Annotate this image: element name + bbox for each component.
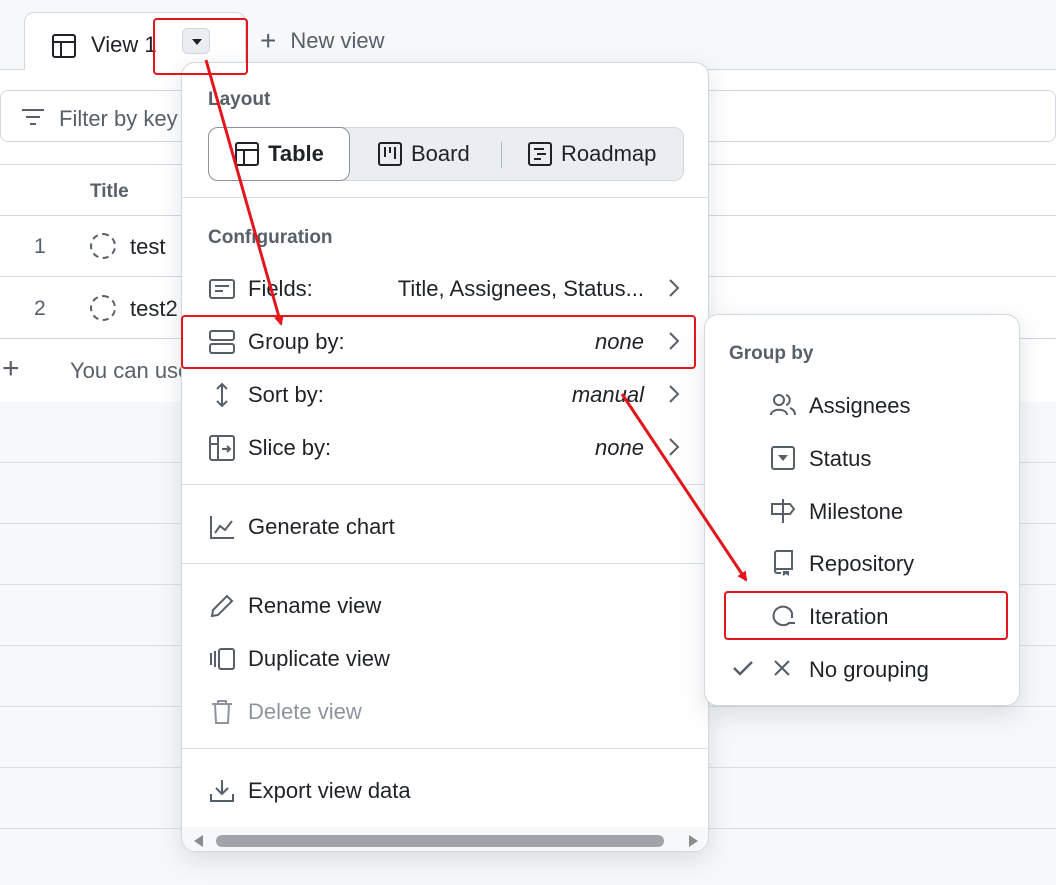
duplicate-view-menu-item[interactable]: Duplicate view <box>182 633 708 685</box>
sort-arrows-icon <box>216 382 228 408</box>
fields-icon <box>209 279 235 299</box>
milestone-icon <box>771 499 796 523</box>
new-view-button[interactable]: + New view <box>260 25 385 56</box>
horizontal-scrollbar[interactable] <box>182 827 708 851</box>
plus-icon: + <box>260 25 277 56</box>
layout-table-button[interactable]: Table <box>208 127 350 181</box>
slice-by-label: Slice by: <box>248 435 332 460</box>
status-label: Status <box>809 446 872 471</box>
layout-board-button[interactable]: Board <box>377 128 470 180</box>
sort-by-label: Sort by: <box>248 382 324 407</box>
draft-issue-icon <box>90 233 116 259</box>
menu-divider <box>182 484 708 485</box>
board-icon <box>378 142 402 166</box>
annotation-highlight-dropdown <box>153 18 248 75</box>
group-by-no-grouping-item[interactable]: No grouping <box>705 643 1021 695</box>
rename-view-menu-item[interactable]: Rename view <box>182 580 708 632</box>
repository-label: Repository <box>809 551 915 576</box>
generate-chart-label: Generate chart <box>248 514 395 539</box>
chevron-right-icon <box>669 385 680 403</box>
duplicate-icon <box>210 648 235 670</box>
fields-label: Fields: <box>248 276 313 301</box>
filter-placeholder: Filter by key <box>59 106 178 131</box>
group-by-repository-item[interactable]: Repository <box>705 537 1021 589</box>
chevron-right-icon <box>669 438 680 456</box>
scrollbar-thumb[interactable] <box>216 835 664 847</box>
scroll-left-icon[interactable] <box>194 835 203 847</box>
assignees-label: Assignees <box>809 393 911 418</box>
row-number: 2 <box>34 297 46 320</box>
sort-by-value: manual <box>571 382 644 407</box>
delete-view-menu-item[interactable]: Delete view <box>182 686 708 738</box>
slice-by-menu-item[interactable]: Slice by: none <box>182 422 708 474</box>
download-icon <box>210 780 234 802</box>
segment-divider <box>501 142 502 168</box>
generate-chart-menu-item[interactable]: Generate chart <box>182 501 708 553</box>
slice-icon <box>209 435 235 461</box>
filter-icon <box>22 109 44 125</box>
layout-roadmap-button[interactable]: Roadmap <box>527 128 656 180</box>
layout-board-label: Board <box>411 141 470 166</box>
fields-value: Title, Assignees, Status... <box>397 276 644 301</box>
layout-roadmap-label: Roadmap <box>561 141 657 166</box>
layout-segmented-control: Table Board Roadmap <box>208 127 684 181</box>
trash-icon <box>212 700 232 724</box>
table-icon <box>52 34 76 58</box>
group-by-submenu-title: Group by <box>729 343 814 364</box>
export-view-menu-item[interactable]: Export view data <box>182 765 708 817</box>
duplicate-view-label: Duplicate view <box>248 646 390 671</box>
rename-view-label: Rename view <box>248 593 382 618</box>
new-view-label: New view <box>290 28 385 53</box>
delete-view-label: Delete view <box>248 699 362 724</box>
sort-by-menu-item[interactable]: Sort by: manual <box>182 369 708 421</box>
layout-section-title: Layout <box>208 89 271 110</box>
check-icon <box>733 661 753 676</box>
annotation-highlight-group-by <box>181 315 696 369</box>
row-title[interactable]: test2 <box>130 296 178 322</box>
menu-divider <box>182 563 708 564</box>
title-column-header[interactable]: Title <box>90 181 129 203</box>
annotation-highlight-iteration <box>724 591 1008 640</box>
group-by-milestone-item[interactable]: Milestone <box>705 485 1021 537</box>
slice-by-value: none <box>595 435 644 460</box>
draft-issue-icon <box>90 295 116 321</box>
tab-label: View 1 <box>91 32 157 57</box>
menu-divider <box>182 748 708 749</box>
roadmap-icon <box>528 142 552 166</box>
graph-icon <box>210 516 234 539</box>
repo-icon <box>773 550 793 576</box>
plus-icon: + <box>2 352 20 385</box>
pencil-icon <box>210 594 234 618</box>
layout-table-label: Table <box>268 141 324 166</box>
view-options-menu: Layout Table Board Roadmap Configuration… <box>181 62 709 852</box>
scroll-right-icon[interactable] <box>689 835 698 847</box>
row-title[interactable]: test <box>130 234 165 260</box>
configuration-section-title: Configuration <box>208 227 333 248</box>
export-view-label: Export view data <box>248 778 411 803</box>
no-grouping-label: No grouping <box>809 657 929 682</box>
add-item-hint: You can use <box>70 358 191 383</box>
milestone-label: Milestone <box>809 499 904 524</box>
row-number: 1 <box>34 235 46 258</box>
group-by-status-item[interactable]: Status <box>705 432 1021 484</box>
group-by-submenu: Group by Assignees Status Milestone Repo… <box>704 314 1020 706</box>
single-select-icon <box>771 446 795 470</box>
chevron-right-icon <box>669 279 680 297</box>
people-icon <box>770 394 796 416</box>
group-by-assignees-item[interactable]: Assignees <box>705 379 1021 431</box>
table-icon <box>235 142 260 166</box>
fields-menu-item[interactable]: Fields: Title, Assignees, Status... <box>182 263 708 315</box>
menu-divider <box>182 197 708 198</box>
x-icon <box>774 660 790 676</box>
